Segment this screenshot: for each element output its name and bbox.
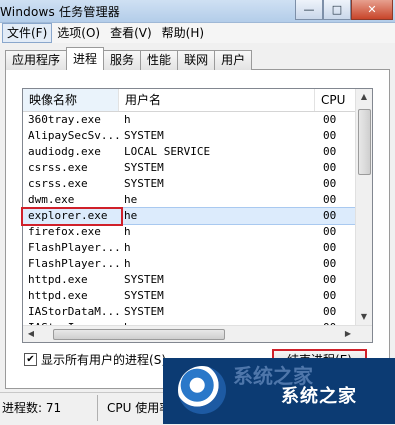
status-separator — [97, 395, 98, 421]
tab-strip: 应用程序 进程 服务 性能 联网 用户 — [5, 47, 253, 70]
menu-help[interactable]: 帮助(H) — [157, 23, 209, 43]
process-user: SYSTEM — [124, 273, 164, 286]
tab-services[interactable]: 服务 — [103, 50, 142, 70]
maximize-button[interactable]: □ — [323, 0, 351, 20]
tab-users[interactable]: 用户 — [214, 50, 253, 70]
process-row[interactable]: IAStorDataM... SYSTEM 00 — [23, 304, 356, 320]
process-name: csrss.exe — [28, 161, 88, 174]
process-cpu: 00 — [323, 113, 337, 126]
window-controls: — □ ✕ — [295, 0, 393, 20]
process-row[interactable]: dwm.exe he 00 — [23, 192, 356, 208]
process-cpu: 00 — [323, 145, 337, 158]
process-row[interactable]: FlashPlayer... h 00 — [23, 240, 356, 256]
process-name: IAStorDataM... — [28, 305, 119, 318]
watermark: 系统之家 系统之家 — [163, 358, 395, 424]
watermark-logo-icon — [178, 366, 226, 414]
menu-file[interactable]: 文件(F) — [2, 23, 53, 43]
vertical-scroll-thumb[interactable] — [358, 109, 371, 175]
process-user: h — [124, 225, 131, 238]
process-cpu: 00 — [323, 177, 337, 190]
process-cpu: 00 — [323, 305, 337, 318]
process-name: 360tray.exe — [28, 113, 101, 126]
scroll-left-icon[interactable]: ◀ — [23, 326, 39, 342]
column-header-user-name[interactable]: 用户名 — [119, 89, 315, 111]
window-title: Windows 任务管理器 — [0, 5, 120, 19]
cpu-usage: CPU 使用率 — [107, 401, 172, 415]
column-header-image-name[interactable]: 映像名称 — [23, 89, 119, 111]
scroll-down-icon[interactable]: ▼ — [356, 309, 372, 325]
process-name: httpd.exe — [28, 289, 88, 302]
vertical-scrollbar[interactable]: ▲ ▼ — [355, 89, 372, 325]
process-row[interactable]: csrss.exe SYSTEM 00 — [23, 176, 356, 192]
process-user: he — [124, 193, 138, 206]
process-cpu: 00 — [323, 161, 337, 174]
process-user: SYSTEM — [124, 177, 164, 190]
minimize-button[interactable]: — — [295, 0, 323, 20]
process-cpu: 00 — [323, 289, 337, 302]
process-user: LOCAL SERVICE — [124, 145, 211, 158]
process-name: firefox.exe — [28, 225, 101, 238]
process-row[interactable]: FlashPlayer... h 00 — [23, 256, 356, 272]
process-row[interactable]: audiodg.exe LOCAL SERVICE 00 — [23, 144, 356, 160]
show-all-processes[interactable]: ✔ 显示所有用户的进程 (S) — [24, 351, 166, 368]
list-header: 映像名称 用户名 CPU — [23, 89, 356, 112]
scroll-right-icon[interactable]: ▶ — [340, 326, 356, 342]
tab-performance[interactable]: 性能 — [140, 50, 179, 70]
process-user: SYSTEM — [124, 305, 164, 318]
process-cpu: 00 — [323, 257, 337, 270]
process-row[interactable]: httpd.exe SYSTEM 00 — [23, 272, 356, 288]
process-cpu: 00 — [323, 209, 337, 222]
process-user: h — [124, 113, 131, 126]
tab-processes[interactable]: 进程 — [66, 47, 105, 70]
title-bar: Windows 任务管理器 — □ ✕ — [0, 0, 395, 23]
process-cpu: 00 — [323, 273, 337, 286]
horizontal-scrollbar[interactable]: ◀ ▶ — [23, 325, 372, 342]
show-all-checkbox[interactable]: ✔ — [24, 353, 37, 366]
process-user: SYSTEM — [124, 289, 164, 302]
process-row[interactable]: httpd.exe SYSTEM 00 — [23, 288, 356, 304]
close-button[interactable]: ✕ — [351, 0, 393, 20]
maximize-icon: □ — [331, 3, 343, 16]
watermark-text: 系统之家 — [281, 386, 357, 407]
horizontal-scroll-thumb[interactable] — [53, 329, 225, 340]
process-user: h — [124, 241, 131, 254]
process-user: he — [124, 209, 138, 222]
process-name: httpd.exe — [28, 273, 88, 286]
column-header-cpu[interactable]: CPU — [315, 89, 356, 111]
menu-bar: 文件(F) 选项(O) 查看(V) 帮助(H) — [0, 23, 395, 43]
process-count: 进程数: 71 — [2, 401, 62, 415]
process-name: csrss.exe — [28, 177, 88, 190]
process-cpu: 00 — [323, 241, 337, 254]
highlight-annotation — [21, 207, 123, 226]
minimize-icon: — — [303, 3, 315, 16]
process-user: h — [124, 257, 131, 270]
process-row[interactable]: firefox.exe h 00 — [23, 224, 356, 240]
tab-networking[interactable]: 联网 — [177, 50, 216, 70]
process-name: dwm.exe — [28, 193, 75, 206]
process-user: SYSTEM — [124, 129, 164, 142]
close-icon: ✕ — [367, 3, 377, 16]
scroll-up-icon[interactable]: ▲ — [356, 89, 372, 105]
process-cpu: 00 — [323, 225, 337, 238]
process-name: AlipaySecSv... — [28, 129, 119, 142]
menu-options[interactable]: 选项(O) — [52, 23, 105, 43]
process-name: FlashPlayer... — [28, 241, 119, 254]
process-cpu: 00 — [323, 129, 337, 142]
show-all-label: 显示所有用户的进程 — [41, 353, 150, 367]
process-cpu: 00 — [323, 193, 337, 206]
process-row[interactable]: AlipaySecSv... SYSTEM 00 — [23, 128, 356, 144]
process-name: audiodg.exe — [28, 145, 101, 158]
tab-applications[interactable]: 应用程序 — [5, 50, 68, 70]
process-user: SYSTEM — [124, 161, 164, 174]
process-row[interactable]: csrss.exe SYSTEM 00 — [23, 160, 356, 176]
process-row[interactable]: 360tray.exe h 00 — [23, 112, 356, 128]
process-name: FlashPlayer... — [28, 257, 119, 270]
menu-view[interactable]: 查看(V) — [105, 23, 157, 43]
